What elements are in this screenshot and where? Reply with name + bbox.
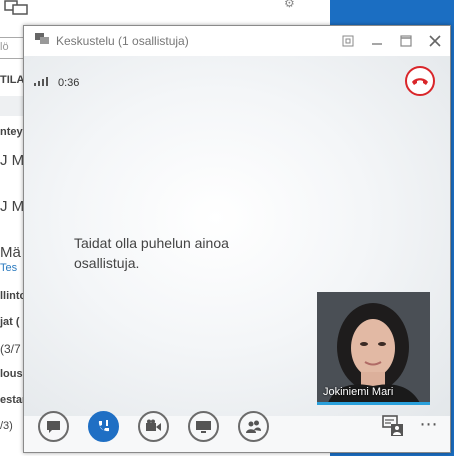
window-title: Keskustelu (1 osallistuja) (56, 34, 189, 48)
signal-strength-icon (34, 77, 48, 86)
minimize-icon (372, 43, 382, 45)
list-item[interactable]: J M (0, 198, 24, 215)
chat-icon (4, 0, 28, 15)
title-bar[interactable]: Keskustelu (1 osallistuja) (24, 26, 450, 56)
list-item[interactable]: (3/7 (0, 342, 24, 356)
list-item[interactable]: estar (0, 394, 24, 406)
list-item[interactable]: J M (0, 152, 24, 169)
call-duration: 0:36 (58, 77, 80, 89)
participant-video[interactable]: Jokiniemi Mari (317, 292, 430, 405)
status-message: Taidat olla puhelun ainoa osallistuja. (74, 235, 229, 271)
minimize-button[interactable] (367, 31, 387, 51)
im-icon (47, 421, 60, 433)
conversation-window: Keskustelu (1 osallistuja) 0:36 Taidat o… (23, 25, 451, 453)
compact-icon (342, 35, 354, 47)
list-item[interactable]: Mä (0, 244, 24, 261)
participant-name: Jokiniemi Mari (323, 386, 394, 398)
present-icon (196, 421, 211, 433)
close-button[interactable] (425, 31, 445, 51)
participants-icon (246, 420, 261, 433)
presentation-window-icon (382, 415, 403, 436)
microphone-button[interactable] (88, 411, 119, 442)
call-stage: 0:36 Taidat olla puhelun ainoa osallistu… (24, 56, 450, 416)
compact-button[interactable] (338, 31, 358, 51)
im-button[interactable] (38, 411, 69, 442)
conversation-window-button[interactable] (381, 414, 405, 438)
maximize-icon (400, 35, 412, 47)
close-icon (429, 35, 441, 47)
more-options-button[interactable]: ⋯ (416, 414, 442, 438)
conversation-icon (35, 33, 49, 44)
video-icon (146, 419, 161, 431)
gear-icon[interactable]: ⚙ (284, 0, 304, 10)
list-item[interactable]: Tes (0, 262, 24, 274)
list-item[interactable]: llinto (0, 290, 24, 302)
hang-up-icon (412, 78, 428, 85)
tab-fragment[interactable]: TILA (0, 74, 24, 86)
hang-up-button[interactable] (405, 66, 435, 96)
search-placeholder: lö (0, 41, 9, 53)
microphone-icon (98, 420, 109, 432)
list-item[interactable]: /3) (0, 420, 24, 432)
maximize-button[interactable] (396, 31, 416, 51)
participants-button[interactable] (238, 411, 269, 442)
list-item[interactable]: jat ( (0, 316, 24, 328)
list-header (0, 96, 24, 116)
list-item[interactable]: lous (0, 368, 24, 380)
call-toolbar: ⋯ (24, 411, 450, 452)
video-button[interactable] (138, 411, 169, 442)
present-button[interactable] (188, 411, 219, 442)
list-item[interactable]: nteys (0, 126, 24, 138)
